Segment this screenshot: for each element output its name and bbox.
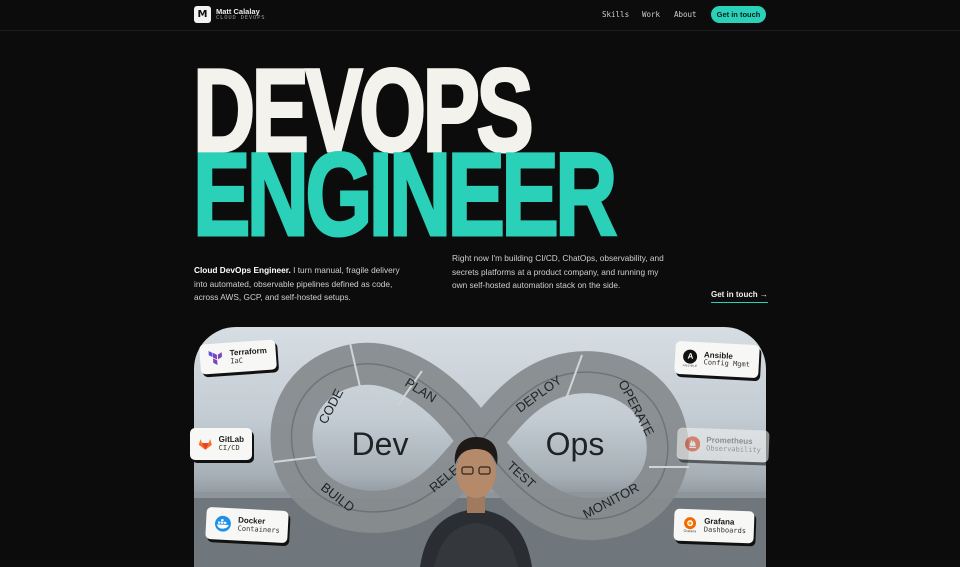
gitlab-icon — [198, 439, 212, 450]
badge-ansible[interactable]: A ANSIBLE Ansible Config Mgmt — [674, 340, 760, 379]
intro-lead-bold: Cloud DevOps Engineer. — [194, 265, 291, 275]
brand-subtitle: CLOUD DEVOPS — [216, 15, 266, 21]
loop-label-dev: Dev — [352, 426, 409, 462]
docker-icon — [215, 515, 231, 532]
terraform-icon — [208, 351, 222, 365]
get-in-touch-link[interactable]: Get in touch → — [711, 290, 768, 303]
badge-role: IaC — [229, 356, 244, 366]
nav-link-about[interactable]: About — [674, 10, 697, 19]
ansible-icon: A ANSIBLE — [682, 348, 699, 368]
badge-role: Dashboards — [703, 525, 747, 535]
badge-role: Observability — [705, 443, 761, 454]
brand-text: Matt Calalay CLOUD DEVOPS — [216, 6, 266, 22]
logo-icon: M — [194, 6, 211, 23]
grafana-icon: Grafana — [682, 516, 699, 534]
ansible-icon-letter: A — [683, 348, 698, 364]
prometheus-icon — [685, 436, 701, 452]
nav-link-skills[interactable]: Skills — [602, 10, 629, 19]
ansible-icon-caption: ANSIBLE — [682, 362, 698, 368]
badge-gitlab[interactable]: GitLab CI/CD — [190, 428, 252, 460]
badge-role: Config Mgmt — [703, 358, 751, 369]
nav-link-work[interactable]: Work — [642, 10, 660, 19]
brand-name: Matt Calalay — [216, 6, 260, 16]
intro-text: Cloud DevOps Engineer. I turn manual, fr… — [194, 264, 409, 305]
brand[interactable]: M Matt Calalay CLOUD DEVOPS — [194, 6, 265, 23]
loop-label-ops: Ops — [546, 426, 605, 462]
badge-role: CI/CD — [218, 443, 240, 452]
badge-prometheus[interactable]: Prometheus Observability — [676, 427, 770, 463]
badge-terraform[interactable]: Terraform IaC — [199, 339, 277, 375]
current-work-text: Right now I'm building CI/CD, ChatOps, o… — [452, 253, 664, 290]
badge-docker[interactable]: Docker Containers — [205, 506, 289, 544]
badge-role: Containers — [237, 524, 280, 535]
grafana-icon-caption: Grafana — [683, 529, 697, 534]
badge-grafana[interactable]: Grafana Grafana Dashboards — [673, 508, 755, 544]
hero-title-line-2: ENGINEER — [192, 129, 619, 261]
top-nav: M Matt Calalay CLOUD DEVOPS Skills Work … — [0, 0, 960, 31]
get-in-touch-button[interactable]: Get in touch — [711, 6, 766, 23]
